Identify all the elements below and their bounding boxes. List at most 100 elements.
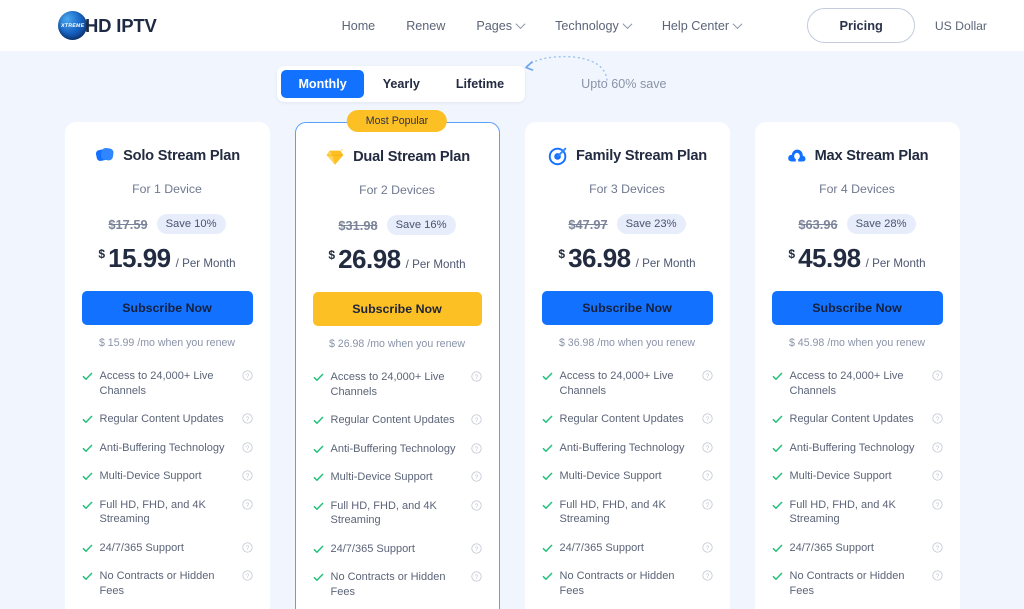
brand-logo[interactable]: XTREME HD IPTV — [58, 11, 157, 40]
old-price-row: $63.96 Save 28% — [772, 214, 943, 234]
svg-text:?: ? — [245, 502, 249, 509]
feature-item: Regular Content Updates ? — [82, 405, 253, 434]
feature-item: Full HD, FHD, and 4K Streaming ? — [772, 491, 943, 534]
help-circle-icon[interactable]: ? — [470, 499, 482, 511]
help-circle-icon[interactable]: ? — [470, 371, 482, 382]
feature-item: No Contracts or Hidden Fees ? — [542, 562, 713, 605]
billing-option-lifetime[interactable]: Lifetime — [439, 70, 521, 98]
help-circle-icon[interactable]: ? — [931, 570, 943, 581]
svg-text:?: ? — [474, 546, 478, 553]
nav-item-technology[interactable]: Technology — [555, 19, 633, 33]
check-icon — [542, 444, 552, 452]
pricing-card-family: Family Stream Plan For 3 Devices $47.97 … — [524, 122, 730, 609]
svg-text:?: ? — [935, 416, 939, 423]
billing-option-monthly[interactable]: Monthly — [281, 70, 364, 98]
check-icon — [82, 544, 92, 552]
svg-text:?: ? — [935, 545, 939, 552]
help-circle-icon[interactable]: ? — [470, 442, 482, 454]
svg-text:?: ? — [245, 373, 249, 380]
help-circle-icon[interactable]: ? — [701, 542, 713, 553]
renew-note: $ 15.99 /mo when you renew — [98, 337, 236, 349]
feature-label: No Contracts or Hidden Fees — [330, 571, 446, 598]
feature-label: Access to 24,000+ Live Channels — [789, 370, 904, 397]
billing-period-toggle: Monthly Yearly Lifetime — [277, 66, 526, 102]
svg-text:?: ? — [935, 373, 939, 380]
feature-item: Access to 24,000+ Live Channels ? — [772, 362, 943, 405]
currency-symbol: $ — [788, 247, 796, 261]
subscribe-button[interactable]: Subscribe Now — [771, 291, 943, 325]
price-row: $ 26.98 / Per Month — [313, 244, 482, 275]
help-circle-icon[interactable]: ? — [701, 570, 713, 581]
nav-links: Home Renew Pages Technology Help Center — [342, 18, 743, 33]
feature-item: Full HD, FHD, and 4K Streaming ? — [313, 492, 482, 535]
help-circle-icon[interactable]: ? — [701, 413, 713, 424]
help-circle-icon[interactable]: ? — [931, 542, 943, 553]
help-circle-icon[interactable]: ? — [931, 370, 943, 381]
nav-item-label: Help Center — [661, 18, 730, 33]
plan-name: Solo Stream Plan — [123, 148, 240, 164]
help-circle-icon[interactable]: ? — [241, 470, 253, 481]
help-circle-icon[interactable]: ? — [470, 471, 482, 482]
help-circle-icon[interactable]: ? — [701, 370, 713, 381]
pricing-card-solo: Solo Stream Plan For 1 Device $17.59 Sav… — [64, 122, 270, 609]
feature-label: Multi-Device Support — [789, 470, 892, 483]
feature-item: No Contracts or Hidden Fees ? — [313, 563, 482, 606]
svg-text:?: ? — [474, 446, 478, 453]
nav-item-home[interactable]: Home — [342, 19, 376, 33]
currency-symbol: $ — [328, 248, 336, 262]
feature-label: Anti-Buffering Technology — [789, 441, 915, 454]
subscribe-button[interactable]: Subscribe Now — [312, 292, 482, 326]
feature-item: Anti-Buffering Technology ? — [772, 434, 943, 463]
help-circle-icon[interactable]: ? — [931, 413, 943, 424]
currency-selector[interactable]: US Dollar — [935, 19, 1002, 33]
help-circle-icon[interactable]: ? — [470, 414, 482, 425]
nav-item-label: Home — [341, 18, 376, 33]
help-circle-icon[interactable]: ? — [241, 441, 253, 453]
feature-label: 24/7/365 Support — [789, 541, 874, 554]
nav-item-help-center[interactable]: Help Center — [661, 18, 743, 33]
billing-option-yearly[interactable]: Yearly — [366, 70, 437, 98]
help-circle-icon[interactable]: ? — [701, 498, 713, 510]
help-circle-icon[interactable]: ? — [931, 441, 943, 453]
card-header: Dual Stream Plan — [313, 146, 482, 168]
svg-text:?: ? — [705, 573, 709, 580]
svg-text:?: ? — [474, 417, 478, 424]
pricing-cards: Solo Stream Plan For 1 Device $17.59 Sav… — [0, 110, 1024, 609]
pricing-button[interactable]: Pricing — [807, 8, 915, 43]
pricing-card-max: Max Stream Plan For 4 Devices $63.96 Sav… — [754, 122, 960, 609]
svg-text:?: ? — [705, 545, 709, 552]
old-price-row: $31.98 Save 16% — [313, 215, 482, 235]
check-icon — [313, 416, 323, 425]
old-price: $17.59 — [108, 216, 148, 232]
check-icon — [542, 372, 552, 380]
check-icon — [82, 572, 92, 581]
help-circle-icon[interactable]: ? — [931, 470, 943, 481]
check-icon — [542, 572, 552, 581]
help-circle-icon[interactable]: ? — [470, 543, 482, 554]
svg-text:?: ? — [245, 445, 249, 452]
plan-devices: For 1 Device — [132, 182, 202, 196]
help-circle-icon[interactable]: ? — [241, 570, 253, 581]
subscribe-button[interactable]: Subscribe Now — [81, 291, 253, 325]
help-circle-icon[interactable]: ? — [241, 542, 253, 553]
check-icon — [82, 501, 92, 509]
subscribe-button[interactable]: Subscribe Now — [541, 291, 713, 325]
svg-text:?: ? — [474, 503, 478, 510]
price-period: / Per Month — [635, 257, 696, 270]
nav-item-pages[interactable]: Pages — [476, 19, 526, 33]
help-circle-icon[interactable]: ? — [931, 498, 943, 510]
help-circle-icon[interactable]: ? — [241, 498, 253, 510]
svg-text:?: ? — [935, 473, 939, 480]
nav-item-renew[interactable]: Renew — [406, 19, 445, 33]
feature-label: 24/7/365 Support — [99, 541, 184, 554]
help-circle-icon[interactable]: ? — [701, 470, 713, 481]
plan-name: Family Stream Plan — [575, 148, 708, 164]
feature-label: Anti-Buffering Technology — [330, 442, 456, 455]
help-circle-icon[interactable]: ? — [701, 441, 713, 453]
help-circle-icon[interactable]: ? — [241, 370, 253, 381]
check-icon — [313, 445, 323, 453]
check-icon — [313, 473, 323, 482]
help-circle-icon[interactable]: ? — [241, 413, 253, 424]
help-circle-icon[interactable]: ? — [470, 571, 482, 582]
chevron-down-icon — [622, 19, 633, 30]
